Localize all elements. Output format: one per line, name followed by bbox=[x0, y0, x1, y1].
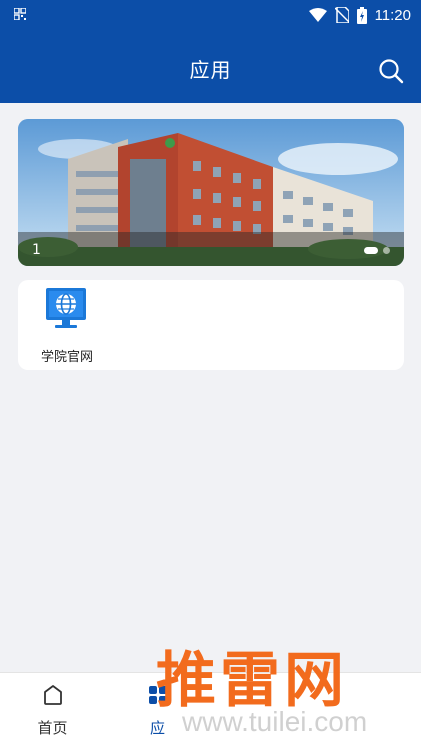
status-time: 11:20 bbox=[374, 6, 411, 24]
banner-index: 1 bbox=[32, 242, 41, 258]
apps-icon bbox=[149, 686, 167, 704]
wifi-icon bbox=[308, 8, 327, 22]
app-tile-college-website[interactable]: 学院官网 bbox=[32, 286, 102, 365]
battery-charging-icon bbox=[356, 6, 367, 24]
banner-carousel[interactable]: 1 bbox=[18, 119, 404, 266]
nav-item-apps[interactable]: 应 bbox=[105, 673, 210, 749]
banner-caption-bar bbox=[18, 232, 404, 266]
nav-label-apps: 应 bbox=[149, 719, 165, 737]
banner-dot[interactable] bbox=[383, 247, 390, 254]
banner-dot-active[interactable] bbox=[364, 247, 378, 254]
nav-label-home: 首页 bbox=[37, 719, 68, 737]
page-title: 应用 bbox=[189, 58, 232, 82]
nav-item-home[interactable]: 首页 bbox=[0, 673, 105, 749]
apps-card: 学院官网 bbox=[18, 280, 404, 370]
app-label: 学院官网 bbox=[40, 350, 93, 365]
app-header: 应用 bbox=[0, 30, 421, 103]
search-icon[interactable] bbox=[378, 58, 404, 84]
home-icon bbox=[44, 685, 62, 705]
banner-pagination bbox=[364, 247, 390, 254]
status-bar: 11:20 bbox=[0, 0, 421, 30]
qr-icon bbox=[14, 8, 26, 20]
monitor-globe-icon bbox=[46, 288, 86, 328]
bottom-nav: 首页 应 bbox=[0, 672, 421, 749]
no-sim-icon bbox=[334, 7, 349, 23]
